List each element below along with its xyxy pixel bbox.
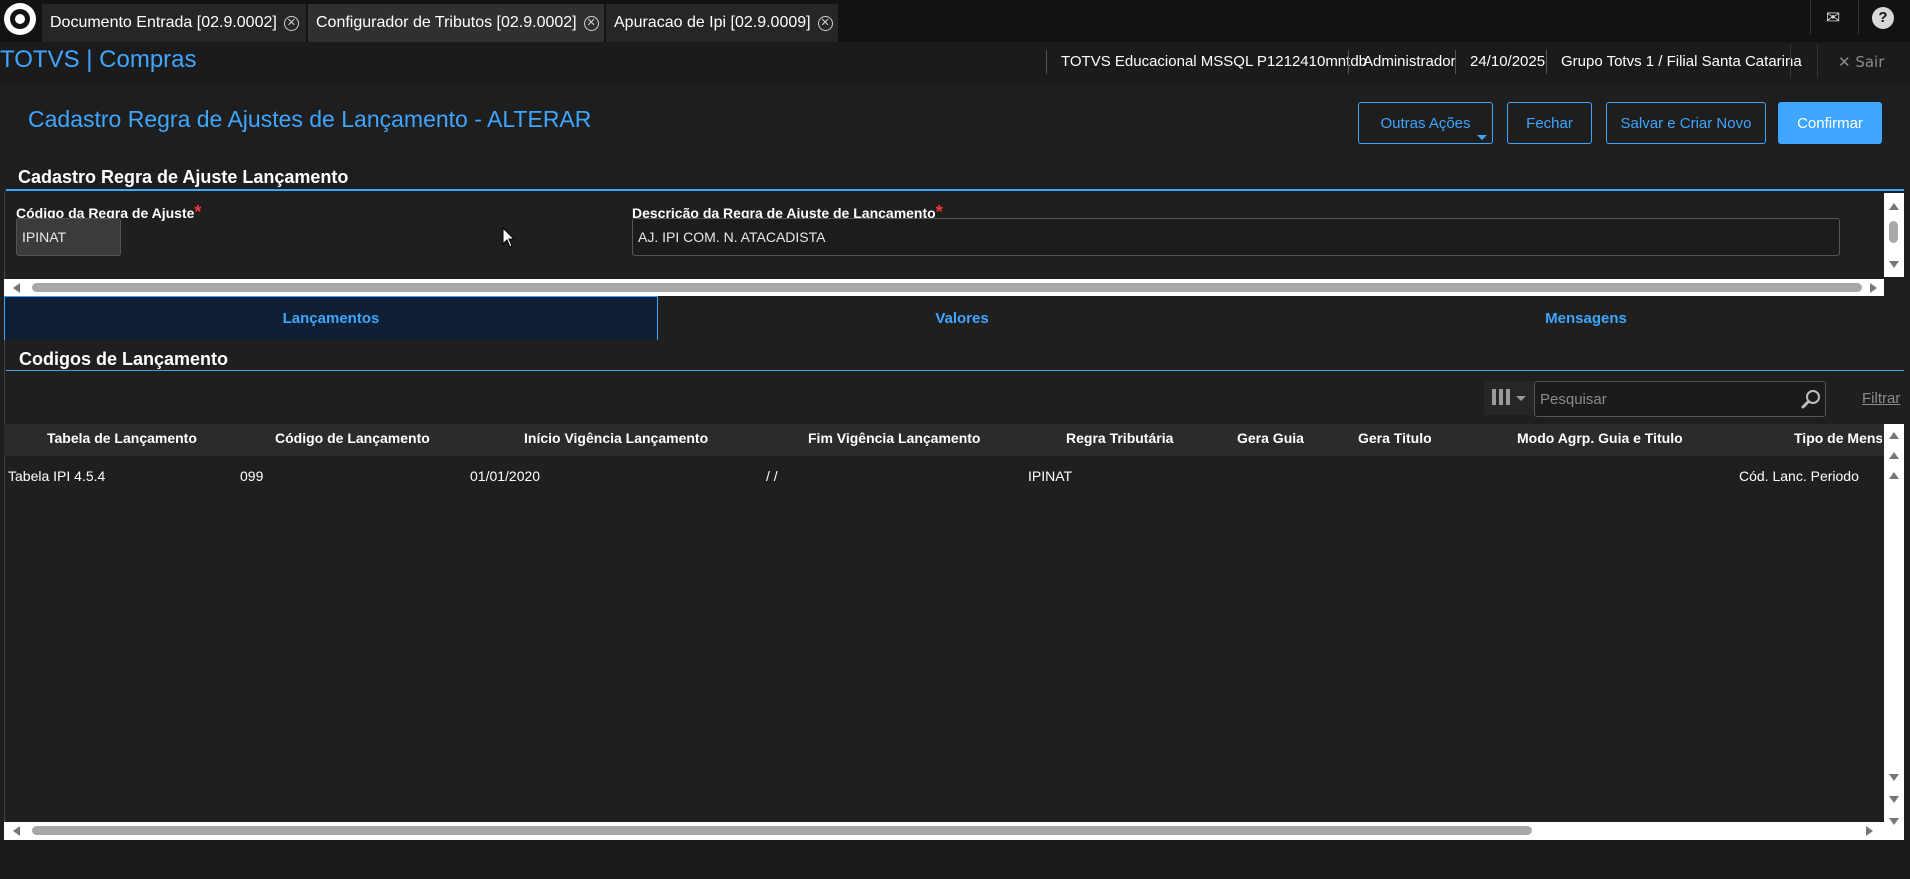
scroll-right-icon[interactable] <box>1870 283 1877 293</box>
cell-tipo: Cód. Lanc. Periodo <box>1739 468 1859 484</box>
tab-documento-entrada[interactable]: Documento Entrada [02.9.0002] ✕ <box>42 4 306 42</box>
tab-label: Apuracao de Ipi [02.9.0009] <box>614 14 811 31</box>
section-divider <box>6 370 1904 371</box>
totvs-logo-icon[interactable] <box>4 3 36 35</box>
user-info: Administrador <box>1348 50 1456 74</box>
column-header-tipo[interactable]: Tipo de Mens <box>1794 430 1882 446</box>
column-header-fim[interactable]: Fim Vigência Lançamento <box>808 430 980 446</box>
divider <box>1858 0 1859 34</box>
grid-section-title: Codigos de Lançamento <box>19 349 229 369</box>
environment-info: TOTVS Educacional MSSQL P1212410mntdb <box>1046 50 1367 74</box>
tab-label: Documento Entrada [02.9.0002] <box>50 14 277 31</box>
scroll-down-icon[interactable] <box>1889 261 1899 268</box>
company-info: Grupo Totvs 1 / Filial Santa Catarina <box>1546 50 1802 74</box>
other-actions-button[interactable]: Outras Ações <box>1358 102 1493 144</box>
form-vertical-scrollbar[interactable] <box>1884 193 1904 277</box>
help-icon[interactable]: ? <box>1872 7 1894 29</box>
filter-link[interactable]: Filtrar <box>1862 390 1900 407</box>
chevron-down-icon <box>1516 396 1526 401</box>
column-header-codigo[interactable]: Código de Lançamento <box>275 430 430 446</box>
cell-codigo: 099 <box>240 468 264 484</box>
column-header-inicio[interactable]: Início Vigência Lançamento <box>524 430 708 446</box>
scroll-up-icon[interactable] <box>1889 472 1899 479</box>
tab-mensagens[interactable]: Mensagens <box>1266 296 1906 340</box>
mail-icon[interactable]: ✉ <box>1822 8 1844 30</box>
scroll-thumb[interactable] <box>32 283 1862 292</box>
code-field[interactable] <box>16 218 121 256</box>
description-field[interactable] <box>632 218 1840 256</box>
column-header-gera-titulo[interactable]: Gera Titulo <box>1358 430 1432 446</box>
grid-horizontal-scrollbar[interactable] <box>4 822 1884 840</box>
scroll-up-icon[interactable] <box>1889 203 1899 210</box>
close-button[interactable]: Fechar <box>1507 102 1592 144</box>
column-header-modo[interactable]: Modo Agrp. Guia e Titulo <box>1517 430 1683 446</box>
column-header-regra[interactable]: Regra Tributária <box>1066 430 1173 446</box>
save-and-new-button[interactable]: Salvar e Criar Novo <box>1606 102 1766 144</box>
column-header-tabela[interactable]: Tabela de Lançamento <box>47 430 197 446</box>
exit-button[interactable]: ✕ Sair <box>1838 50 1884 74</box>
other-actions-label: Outras Ações <box>1380 114 1471 132</box>
scroll-left-icon[interactable] <box>13 283 20 293</box>
date-info: 24/10/2025 <box>1455 50 1545 74</box>
grid-vertical-scrollbar[interactable] <box>1884 424 1904 840</box>
required-mark: * <box>194 202 202 222</box>
app-title: TOTVS | Compras <box>0 46 197 73</box>
scroll-bottom-icon[interactable] <box>1889 818 1899 825</box>
cell-inicio: 01/01/2020 <box>470 468 541 484</box>
divider <box>1817 44 1818 78</box>
form-section-title: Cadastro Regra de Ajuste Lançamento <box>18 167 349 187</box>
cell-regra: IPINAT <box>1028 468 1073 484</box>
tab-configurador-tributos[interactable]: Configurador de Tributos [02.9.0002] ✕ <box>308 4 604 42</box>
tab-lancamentos[interactable]: Lançamentos <box>4 296 658 340</box>
table-row[interactable] <box>4 460 1884 492</box>
cell-tabela: Tabela IPI 4.5.4 <box>8 468 106 484</box>
tab-label: Configurador de Tributos [02.9.0002] <box>316 14 577 31</box>
scroll-thumb[interactable] <box>1889 221 1898 243</box>
mouse-cursor-icon <box>502 227 516 248</box>
tab-valores[interactable]: Valores <box>658 296 1266 340</box>
scroll-page-down-icon[interactable] <box>1889 796 1899 803</box>
columns-icon <box>1492 389 1512 405</box>
scroll-thumb[interactable] <box>32 826 1532 835</box>
search-input[interactable] <box>1534 381 1826 417</box>
confirm-button[interactable]: Confirmar <box>1778 102 1882 144</box>
form-horizontal-scrollbar[interactable] <box>4 279 1884 296</box>
close-icon[interactable]: ✕ <box>283 15 299 31</box>
scroll-page-up-icon[interactable] <box>1889 452 1899 459</box>
cell-fim: / / <box>766 468 778 484</box>
scroll-left-icon[interactable] <box>13 826 20 836</box>
chevron-down-icon <box>1477 135 1487 140</box>
scroll-down-icon[interactable] <box>1889 774 1899 781</box>
status-bar <box>0 840 1910 879</box>
tab-apuracao-ipi[interactable]: Apuracao de Ipi [02.9.0009] ✕ <box>606 4 838 42</box>
close-icon[interactable]: ✕ <box>817 15 833 31</box>
column-header-gera-guia[interactable]: Gera Guia <box>1237 430 1304 446</box>
divider <box>1810 0 1811 34</box>
close-icon[interactable]: ✕ <box>583 15 599 31</box>
search-icon[interactable] <box>1800 388 1822 410</box>
scroll-right-icon[interactable] <box>1866 826 1873 836</box>
columns-button[interactable] <box>1484 381 1534 415</box>
divider <box>1790 44 1791 78</box>
page-title: Cadastro Regra de Ajustes de Lançamento … <box>28 106 592 132</box>
scroll-top-icon[interactable] <box>1889 432 1899 439</box>
